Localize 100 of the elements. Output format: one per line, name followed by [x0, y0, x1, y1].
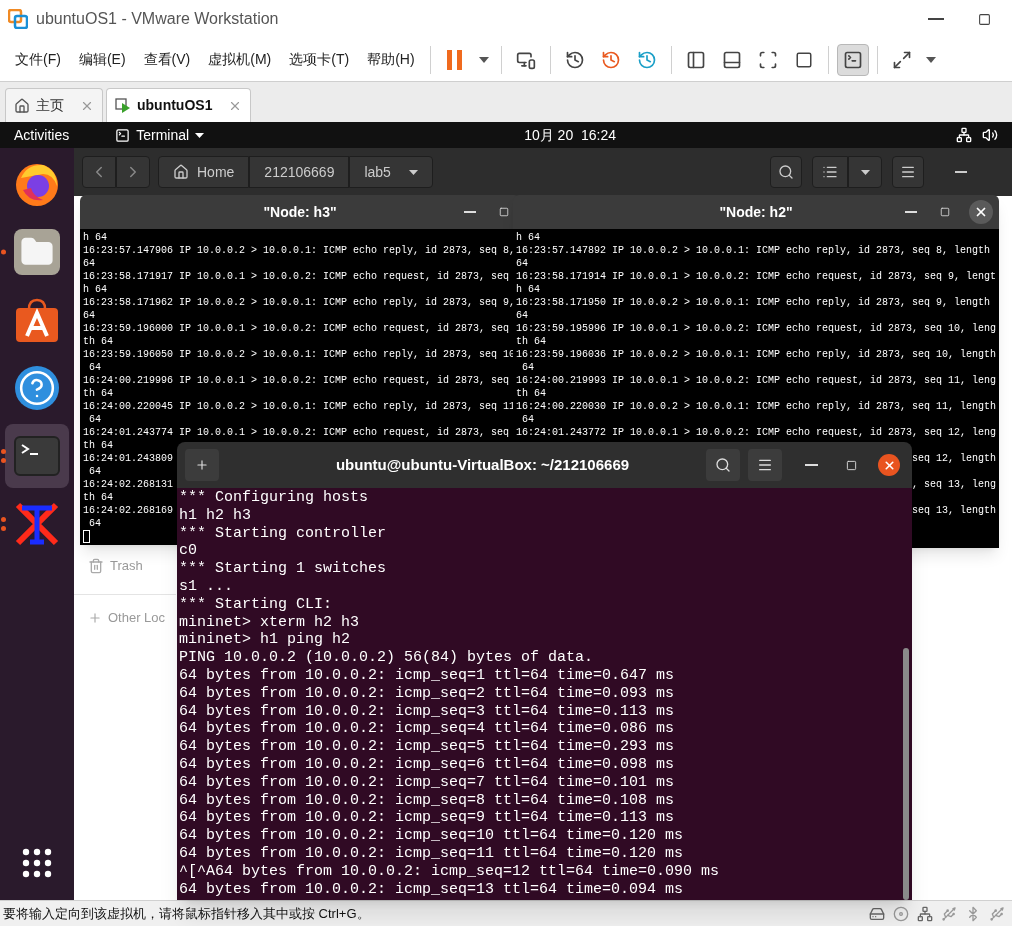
- output-line: 64 bytes from 10.0.0.2: icmp_seq=9 ttl=64 time=0.113 ms: [179, 809, 675, 828]
- output-line: s1 ...: [179, 578, 233, 596]
- output-line: th 64: [516, 387, 546, 400]
- list-icon: [822, 164, 838, 180]
- terminal-icon[interactable]: [14, 436, 60, 476]
- x-logo-icon[interactable]: [14, 502, 60, 546]
- menu-item[interactable]: 选项卡(T): [282, 44, 357, 75]
- scrollbar[interactable]: [903, 648, 909, 900]
- output-line: 64: [521, 361, 534, 374]
- search-icon: [778, 164, 794, 180]
- menu-item[interactable]: 编辑(E): [71, 44, 133, 75]
- menu-icon: [757, 457, 773, 473]
- output-line: c0: [179, 542, 197, 561]
- maximize-icon: [977, 12, 991, 26]
- menu-item[interactable]: 查看(V): [136, 44, 198, 75]
- output-line: h 64: [516, 231, 540, 244]
- close-icon: [882, 458, 896, 472]
- output-line: 64: [83, 309, 95, 322]
- output-line: 64 bytes from 10.0.0.2: icmp_seq=5 ttl=64 time=0.293 ms: [179, 738, 675, 756]
- trash-icon: [88, 558, 104, 574]
- menu-item[interactable]: 帮助(H): [360, 44, 422, 75]
- output-line: 64 bytes from 10.0.0.2: icmp_seq=11 ttl=64 time=0.120 ms: [179, 844, 684, 863]
- output-line: , seq 13, leng: [912, 478, 997, 491]
- output-line: 16:23:59.195996 IP 10.0.0.1 > 10.0.0.2: ICMP echo request, id 2873, seq 10, leng: [516, 322, 997, 335]
- output-line: 16:23:58.171914 IP 10.0.0.1 > 10.0.0.2: ICMP echo request, id 2873, seq 9, lengt: [516, 270, 997, 283]
- output-line: 64: [88, 517, 101, 530]
- output-line: 64 bytes from 10.0.0.2: icmp_seq=4 ttl=64 time=0.086 ms: [179, 720, 675, 739]
- network-adapter-icon[interactable]: [917, 905, 933, 922]
- home-icon: [14, 97, 30, 114]
- app-grid-icon[interactable]: [22, 848, 52, 878]
- console-view-button[interactable]: [836, 43, 869, 76]
- terminal-icon: [115, 127, 131, 143]
- output-line: *** Starting controller: [179, 524, 387, 543]
- output-line: 16:23:57.147906 IP 10.0.0.2 > 10.0.0.1: ICMP echo reply, id 2873, seq 8,: [83, 244, 516, 257]
- tab[interactable]: 主页: [5, 88, 103, 122]
- window-title: ubuntuOS1 - VMware Workstation: [36, 9, 279, 29]
- activities-button[interactable]: Activities: [14, 124, 70, 146]
- close-button[interactable]: [878, 454, 900, 476]
- search-button[interactable]: [770, 156, 802, 188]
- vm-icon: [115, 97, 131, 114]
- output-line: 64 bytes from 10.0.0.2: icmp_seq=1 ttl=64 time=0.647 ms: [179, 666, 675, 685]
- window-title: "Node: h3": [263, 202, 337, 222]
- output-line: 16:23:59.196036 IP 10.0.0.2 > 10.0.0.1: ICMP echo reply, id 2873, seq 10, length: [516, 348, 997, 361]
- menu-button[interactable]: [748, 449, 782, 481]
- disc-icon[interactable]: [893, 905, 909, 922]
- output-line: 64: [516, 309, 528, 322]
- menu-item[interactable]: 虚拟机(M): [201, 44, 279, 75]
- new-tab-button[interactable]: [185, 449, 219, 481]
- clock-icon: [600, 49, 621, 70]
- search-icon: [715, 457, 731, 473]
- menu-button[interactable]: [892, 156, 924, 188]
- output-line: 16:24:00.220030 IP 10.0.0.2 > 10.0.0.1: ICMP echo reply, id 2873, seq 11, length: [516, 400, 997, 413]
- shopping-bag-icon[interactable]: [14, 297, 60, 343]
- maximize-icon: [940, 207, 950, 217]
- output-line: 64 bytes from 10.0.0.2: icmp_seq=3 ttl=64 time=0.113 ms: [179, 702, 675, 721]
- output-line: th 64: [83, 335, 113, 348]
- clock-icon: [636, 49, 657, 70]
- pause-icon: [446, 49, 463, 70]
- output-line: 16:24:00.220045 IP 10.0.0.2 > 10.0.0.1: ICMP echo reply, id 2873, seq 11: [83, 400, 516, 413]
- output-line: 64: [83, 257, 95, 270]
- volume-icon[interactable]: [982, 127, 998, 143]
- plus-icon: [195, 458, 209, 472]
- output-line: 64 bytes from 10.0.0.2: icmp_seq=2 ttl=64 time=0.093 ms: [179, 684, 675, 703]
- output-line: 64 bytes from 10.0.0.2: icmp_seq=10 ttl=64 time=0.120 ms: [179, 827, 684, 845]
- close-button[interactable]: [969, 200, 993, 224]
- maximize-icon: [845, 459, 857, 471]
- square-icon: [794, 50, 813, 69]
- app-logo-icon: [8, 9, 28, 29]
- output-line: th 64: [83, 491, 113, 504]
- minimize-icon: [804, 464, 818, 466]
- path-segment[interactable]: 212106669: [249, 156, 350, 188]
- minimize-icon: [464, 211, 476, 213]
- window-title: ubuntu@ubuntu-VirtualBox: ~/212106669: [335, 454, 630, 475]
- tab[interactable]: ubuntuOS1: [106, 88, 252, 122]
- output-line: ^[^A64 bytes from 10.0.0.2: icmp_seq=12 ttl=64 time=0.090 ms: [179, 862, 720, 881]
- view-options-button[interactable]: [848, 156, 882, 188]
- path-segment[interactable]: Home: [158, 156, 250, 188]
- folder-icon[interactable]: [14, 229, 60, 275]
- app-menu[interactable]: Terminal: [115, 124, 205, 146]
- output-line: *** Starting 1 switches: [179, 560, 387, 578]
- path-segment[interactable]: lab5: [349, 156, 433, 188]
- help-icon[interactable]: [15, 366, 59, 410]
- minimize-icon: [928, 18, 944, 20]
- output-line: seq 13, length: [912, 504, 997, 517]
- panel-bottom-icon: [721, 49, 742, 70]
- output-line: 16:24:01.243772 IP 10.0.0.1 > 10.0.0.2: ICMP echo request, id 2873, seq 12, leng: [516, 426, 997, 439]
- network-icon[interactable]: [956, 127, 972, 143]
- output-line: th 64: [83, 439, 113, 452]
- caret-icon: [860, 169, 870, 175]
- menu-item[interactable]: 文件(F): [8, 44, 68, 75]
- output-line: h1 h2 h3: [179, 506, 251, 525]
- output-line: mininet> xterm h2 h3: [179, 613, 360, 632]
- output-line: 64 bytes from 10.0.0.2: icmp_seq=8 ttl=64 time=0.108 ms: [179, 791, 675, 810]
- output-line: 64: [516, 257, 528, 270]
- clock-icon: [564, 49, 585, 70]
- output-line: 16:23:57.147892 IP 10.0.0.2 > 10.0.0.1: ICMP echo reply, id 2873, seq 8, length: [516, 244, 991, 257]
- list-view-button[interactable]: [812, 156, 848, 188]
- clock[interactable]: 10月 20 16:24: [524, 124, 616, 146]
- search-button[interactable]: [706, 449, 740, 481]
- panel-left-icon: [685, 49, 706, 70]
